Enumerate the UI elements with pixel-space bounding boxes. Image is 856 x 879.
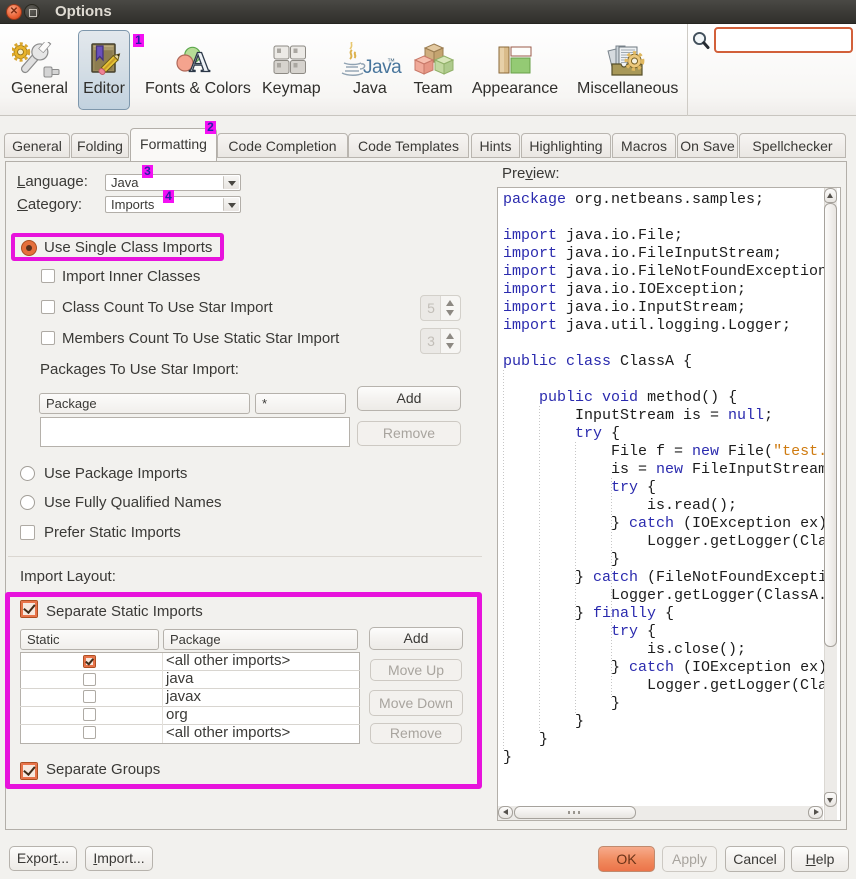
svg-text:Java: Java <box>363 57 402 78</box>
svg-text:A: A <box>189 47 210 77</box>
svg-text:™: ™ <box>387 57 395 66</box>
